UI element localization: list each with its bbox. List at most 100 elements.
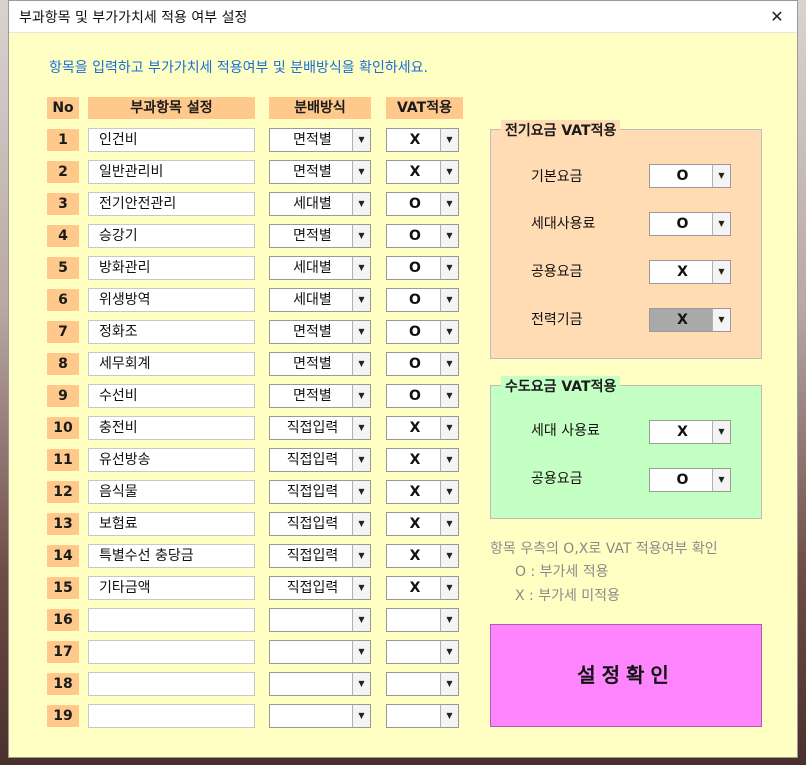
vat-select[interactable]: X ▼ <box>386 416 459 440</box>
item-name-input[interactable]: 승강기 <box>88 224 255 248</box>
distribution-select[interactable]: ▼ <box>269 704 371 728</box>
vat-select[interactable]: X ▼ <box>386 128 459 152</box>
chevron-down-icon[interactable]: ▼ <box>440 417 458 439</box>
vat-select[interactable]: O ▼ <box>386 224 459 248</box>
item-name-input[interactable]: 수선비 <box>88 384 255 408</box>
chevron-down-icon[interactable]: ▼ <box>712 213 730 235</box>
item-name-input[interactable]: 전기안전관리 <box>88 192 255 216</box>
chevron-down-icon[interactable]: ▼ <box>352 193 370 215</box>
item-name-input[interactable]: 충전비 <box>88 416 255 440</box>
vat-select[interactable]: O ▼ <box>386 256 459 280</box>
chevron-down-icon[interactable]: ▼ <box>440 609 458 631</box>
distribution-select[interactable]: ▼ <box>269 608 371 632</box>
chevron-down-icon[interactable]: ▼ <box>352 577 370 599</box>
chevron-down-icon[interactable]: ▼ <box>352 225 370 247</box>
distribution-select[interactable]: 직접입력 ▼ <box>269 512 371 536</box>
item-name-input[interactable] <box>88 608 255 632</box>
close-icon[interactable]: ✕ <box>757 1 797 32</box>
chevron-down-icon[interactable]: ▼ <box>440 257 458 279</box>
distribution-select[interactable]: 세대별 ▼ <box>269 288 371 312</box>
chevron-down-icon[interactable]: ▼ <box>712 261 730 283</box>
distribution-select[interactable]: ▼ <box>269 640 371 664</box>
distribution-select[interactable]: 직접입력 ▼ <box>269 576 371 600</box>
chevron-down-icon[interactable]: ▼ <box>440 449 458 471</box>
distribution-select[interactable]: 면적별 ▼ <box>269 320 371 344</box>
chevron-down-icon[interactable]: ▼ <box>352 161 370 183</box>
chevron-down-icon[interactable]: ▼ <box>352 417 370 439</box>
distribution-select[interactable]: 면적별 ▼ <box>269 128 371 152</box>
chevron-down-icon[interactable]: ▼ <box>440 161 458 183</box>
vat-select[interactable]: O ▼ <box>386 384 459 408</box>
vat-select[interactable]: X ▼ <box>386 448 459 472</box>
item-name-input[interactable] <box>88 704 255 728</box>
vat-select[interactable]: ▼ <box>386 608 459 632</box>
item-name-input[interactable] <box>88 640 255 664</box>
item-name-input[interactable]: 위생방역 <box>88 288 255 312</box>
chevron-down-icon[interactable]: ▼ <box>440 545 458 567</box>
distribution-select[interactable]: 면적별 ▼ <box>269 384 371 408</box>
confirm-settings-button[interactable]: 설정확인 <box>490 624 762 727</box>
chevron-down-icon[interactable]: ▼ <box>440 641 458 663</box>
item-name-input[interactable]: 세무회계 <box>88 352 255 376</box>
vat-select[interactable]: O ▼ <box>386 352 459 376</box>
chevron-down-icon[interactable]: ▼ <box>352 545 370 567</box>
chevron-down-icon[interactable]: ▼ <box>440 577 458 599</box>
distribution-select[interactable]: 직접입력 ▼ <box>269 544 371 568</box>
chevron-down-icon[interactable]: ▼ <box>440 289 458 311</box>
item-name-input[interactable]: 보험료 <box>88 512 255 536</box>
item-name-input[interactable]: 방화관리 <box>88 256 255 280</box>
item-name-input[interactable]: 기타금액 <box>88 576 255 600</box>
chevron-down-icon[interactable]: ▼ <box>440 129 458 151</box>
vat-select[interactable]: ▼ <box>386 640 459 664</box>
item-name-input[interactable]: 유선방송 <box>88 448 255 472</box>
chevron-down-icon[interactable]: ▼ <box>712 309 730 331</box>
chevron-down-icon[interactable]: ▼ <box>352 129 370 151</box>
chevron-down-icon[interactable]: ▼ <box>440 321 458 343</box>
vat-select[interactable]: O ▼ <box>386 320 459 344</box>
chevron-down-icon[interactable]: ▼ <box>352 353 370 375</box>
chevron-down-icon[interactable]: ▼ <box>440 705 458 727</box>
vat-select[interactable]: ▼ <box>386 704 459 728</box>
chevron-down-icon[interactable]: ▼ <box>352 257 370 279</box>
chevron-down-icon[interactable]: ▼ <box>440 673 458 695</box>
chevron-down-icon[interactable]: ▼ <box>352 513 370 535</box>
vat-select[interactable]: ▼ <box>386 672 459 696</box>
chevron-down-icon[interactable]: ▼ <box>352 641 370 663</box>
chevron-down-icon[interactable]: ▼ <box>440 513 458 535</box>
item-name-input[interactable]: 일반관리비 <box>88 160 255 184</box>
chevron-down-icon[interactable]: ▼ <box>352 449 370 471</box>
chevron-down-icon[interactable]: ▼ <box>352 609 370 631</box>
electric-household-select[interactable]: O ▼ <box>649 212 731 236</box>
distribution-select[interactable]: 면적별 ▼ <box>269 224 371 248</box>
vat-select[interactable]: X ▼ <box>386 576 459 600</box>
distribution-select[interactable]: ▼ <box>269 672 371 696</box>
item-name-input[interactable]: 음식물 <box>88 480 255 504</box>
item-name-input[interactable]: 정화조 <box>88 320 255 344</box>
chevron-down-icon[interactable]: ▼ <box>352 321 370 343</box>
chevron-down-icon[interactable]: ▼ <box>712 469 730 491</box>
chevron-down-icon[interactable]: ▼ <box>712 165 730 187</box>
vat-select[interactable]: O ▼ <box>386 192 459 216</box>
vat-select[interactable]: X ▼ <box>386 512 459 536</box>
chevron-down-icon[interactable]: ▼ <box>440 385 458 407</box>
item-name-input[interactable] <box>88 672 255 696</box>
distribution-select[interactable]: 직접입력 ▼ <box>269 480 371 504</box>
distribution-select[interactable]: 세대별 ▼ <box>269 256 371 280</box>
distribution-select[interactable]: 직접입력 ▼ <box>269 416 371 440</box>
chevron-down-icon[interactable]: ▼ <box>352 481 370 503</box>
distribution-select[interactable]: 면적별 ▼ <box>269 160 371 184</box>
item-name-input[interactable]: 인건비 <box>88 128 255 152</box>
chevron-down-icon[interactable]: ▼ <box>440 225 458 247</box>
chevron-down-icon[interactable]: ▼ <box>352 705 370 727</box>
electric-fund-select[interactable]: X ▼ <box>649 308 731 332</box>
chevron-down-icon[interactable]: ▼ <box>352 673 370 695</box>
distribution-select[interactable]: 세대별 ▼ <box>269 192 371 216</box>
vat-select[interactable]: X ▼ <box>386 160 459 184</box>
vat-select[interactable]: X ▼ <box>386 544 459 568</box>
chevron-down-icon[interactable]: ▼ <box>440 353 458 375</box>
distribution-select[interactable]: 직접입력 ▼ <box>269 448 371 472</box>
water-household-select[interactable]: X ▼ <box>649 420 731 444</box>
vat-select[interactable]: X ▼ <box>386 480 459 504</box>
chevron-down-icon[interactable]: ▼ <box>440 481 458 503</box>
item-name-input[interactable]: 특별수선 충당금 <box>88 544 255 568</box>
